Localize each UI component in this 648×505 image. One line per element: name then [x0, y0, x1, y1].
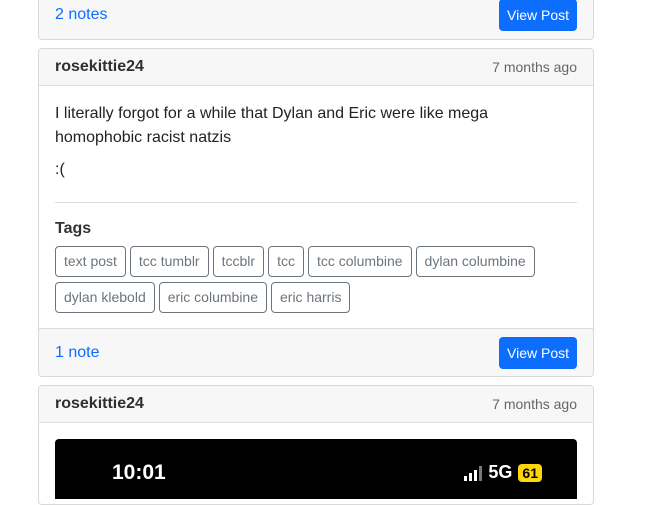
tag[interactable]: tcc columbine [307, 246, 412, 277]
post-image[interactable]: 10:01 5G 61 [55, 439, 577, 499]
battery-icon: 61 [518, 463, 542, 482]
notes-link[interactable]: 1 note [55, 344, 99, 362]
network-label: 5G [488, 462, 513, 482]
signal-icon [464, 465, 483, 481]
post-timestamp: 7 months ago [492, 396, 577, 412]
post-body: I literally forgot for a while that Dyla… [39, 86, 593, 333]
post-card: rosekittie24 7 months ago I literally fo… [38, 48, 594, 377]
phone-status-bar: 5G 61 [464, 462, 542, 483]
tag[interactable]: text post [55, 246, 126, 277]
tag[interactable]: dylan columbine [415, 246, 535, 277]
tag[interactable]: tccblr [212, 246, 265, 277]
tag[interactable]: eric columbine [158, 282, 267, 313]
post-header: rosekittie24 7 months ago [39, 49, 593, 86]
post-card-previous: 2 notes View Post [38, 0, 594, 40]
post-header: rosekittie24 7 months ago [39, 386, 593, 423]
post-card-next: rosekittie24 7 months ago 10:01 5G 61 [38, 385, 594, 505]
post-footer: 2 notes View Post [39, 0, 593, 39]
post-text: :( [55, 161, 65, 178]
tag[interactable]: eric harris [271, 282, 351, 313]
tags-heading: Tags [55, 220, 92, 237]
view-post-button[interactable]: View Post [499, 336, 577, 369]
notes-link[interactable]: 2 notes [55, 6, 107, 24]
post-username[interactable]: rosekittie24 [55, 395, 144, 413]
tag[interactable]: tcc [268, 246, 304, 277]
phone-clock: 10:01 [112, 461, 166, 484]
post-footer: 1 note View Post [39, 328, 593, 376]
divider [55, 202, 577, 203]
tag-list: text post tcc tumblr tccblr tcc tcc colu… [55, 246, 577, 333]
post-username[interactable]: rosekittie24 [55, 58, 144, 76]
post-timestamp: 7 months ago [492, 59, 577, 75]
tag[interactable]: tcc tumblr [129, 246, 209, 277]
view-post-button[interactable]: View Post [499, 0, 577, 31]
post-text: I literally forgot for a while that Dyla… [55, 105, 489, 146]
tag[interactable]: dylan klebold [55, 282, 155, 313]
